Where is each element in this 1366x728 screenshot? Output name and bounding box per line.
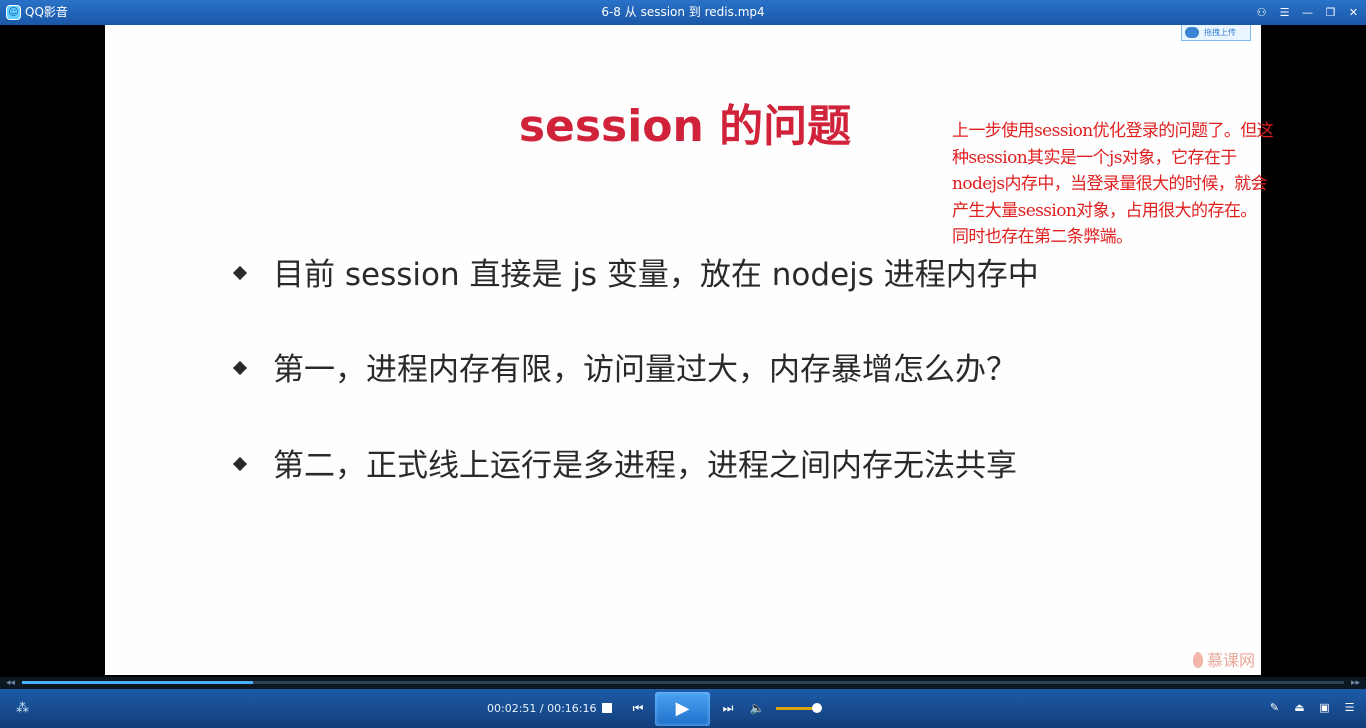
time-display: 00:02:51 / 00:16:16	[487, 702, 597, 715]
watermark: 慕课网	[1192, 647, 1255, 671]
stop-button[interactable]	[602, 703, 612, 713]
volume-knob[interactable]	[811, 703, 822, 713]
seek-back-icon[interactable]: ◂◂	[6, 678, 15, 688]
playlist-icon[interactable]: ☰	[1341, 699, 1358, 716]
menu-icon[interactable]: ☰	[1276, 4, 1293, 21]
minimize-icon[interactable]: —	[1299, 4, 1316, 21]
close-icon[interactable]: ✕	[1345, 4, 1362, 21]
right-tools: ✎ ⏏ ▣ ☰	[1266, 699, 1358, 716]
bullet-text: 目前 session 直接是 js 变量，放在 nodejs 进程内存中	[273, 257, 1039, 293]
seek-track[interactable]	[22, 681, 1344, 684]
annotation-text: 上一步使用session优化登录的问题了。但这 种session其实是一个js对…	[952, 118, 1364, 251]
bullet-text: 第二，正式线上运行是多进程，进程之间内存无法共享	[273, 448, 1017, 484]
chat-icon[interactable]: ⚇	[1253, 4, 1270, 21]
annotation-line: nodejs内存中，当登录量很大的时候，就会	[952, 174, 1268, 194]
previous-button[interactable]: ⏮	[630, 700, 646, 716]
annotation-line: 产生大量session对象，占用很大的存在。	[952, 200, 1257, 221]
window-controls: ⚇ ☰ — ❐ ✕	[1253, 4, 1362, 21]
title-bar: ☺ QQ影音 6-8 从 session 到 redis.mp4 ⚇ ☰ — ❐…	[0, 0, 1366, 25]
bullet-item: 目前 session 直接是 js 变量，放在 nodejs 进程内存中	[232, 253, 1039, 297]
annotation-line: 上一步使用session优化登录的问题了。但这	[952, 121, 1274, 141]
wrench-icon[interactable]: ✎	[1266, 699, 1283, 716]
footprint-icon[interactable]: ⁂	[16, 701, 30, 717]
window-title: 6-8 从 session 到 redis.mp4	[601, 5, 765, 19]
bullet-text: 第一，进程内存有限，访问量过大，内存暴增怎么办？	[273, 352, 1017, 388]
control-bar: ⁂ 00:02:51 / 00:16:16 ⏮ ▶ ⏭ 🔈 ✎ ⏏ ▣ ☰	[0, 689, 1366, 728]
diamond-bullet-icon	[232, 265, 248, 280]
diamond-bullet-icon	[232, 360, 248, 375]
next-button[interactable]: ⏭	[720, 700, 736, 716]
annotation-line: 种session其实是一个js对象，它存在于	[952, 147, 1237, 168]
bullet-item: 第一，进程内存有限，访问量过大，内存暴增怎么办？	[232, 348, 1017, 392]
seek-bar[interactable]: ◂◂ ▸▸	[0, 677, 1366, 689]
cloud-icon	[1185, 27, 1199, 38]
volume-slider[interactable]	[776, 707, 817, 710]
watermark-text: 慕课网	[1206, 651, 1255, 670]
seek-progress	[22, 681, 254, 684]
bullet-item: 第二，正式线上运行是多进程，进程之间内存无法共享	[232, 444, 1017, 488]
seek-forward-icon[interactable]: ▸▸	[1351, 678, 1360, 688]
restore-icon[interactable]: ❐	[1322, 4, 1339, 21]
annotation-line: 同时也存在第二条弊端。	[952, 227, 1133, 247]
diamond-bullet-icon	[232, 456, 248, 471]
volume-icon[interactable]: 🔈	[749, 700, 765, 716]
eject-icon[interactable]: ⏏	[1291, 699, 1308, 716]
flame-logo-icon	[1192, 652, 1203, 668]
screen-mode-icon[interactable]: ▣	[1316, 699, 1333, 716]
upload-badge[interactable]: 拖拽上传	[1181, 25, 1251, 41]
play-button[interactable]: ▶	[655, 692, 710, 726]
upload-badge-label: 拖拽上传	[1204, 28, 1236, 37]
